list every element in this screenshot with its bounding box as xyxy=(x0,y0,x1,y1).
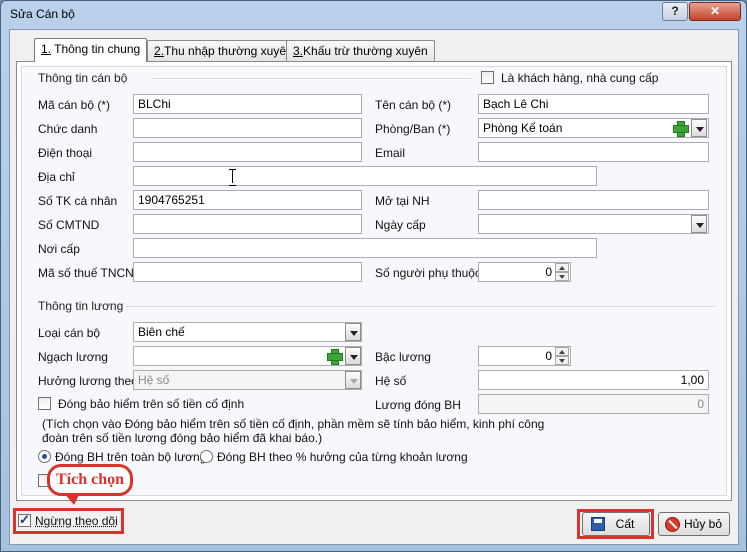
section-staff-info: Thông tin cán bộ xyxy=(38,71,128,85)
dialog-window: Sửa Cán bộ ? ✕ 1. Thông tin chung 2.Thu … xyxy=(0,0,747,552)
dependents-stepper[interactable] xyxy=(555,263,569,281)
add-department-icon[interactable] xyxy=(672,120,689,137)
save-icon xyxy=(591,517,605,531)
account-label: Số TK cá nhân xyxy=(38,194,118,208)
form-area: Thông tin cán bộ Là khách hàng, nhà cung… xyxy=(21,66,727,496)
stepper-up-icon[interactable] xyxy=(555,347,569,356)
fixed-insurance-checkbox[interactable] xyxy=(38,397,51,410)
staff-type-select[interactable]: Biên chế xyxy=(133,322,362,342)
chevron-down-icon xyxy=(345,371,361,389)
cancel-icon xyxy=(665,517,680,532)
radio-insurance-percent-label: Đóng BH theo % hưởng của từng khoản lươn… xyxy=(217,450,468,464)
issue-place-input[interactable] xyxy=(133,238,597,258)
address-input[interactable] xyxy=(133,166,597,186)
account-input[interactable]: 1904765251 xyxy=(133,190,362,210)
staff-name-input[interactable]: Bạch Lê Chi xyxy=(478,94,709,114)
id-number-input[interactable] xyxy=(133,214,362,234)
department-label: Phòng/Ban (*) xyxy=(375,122,451,136)
close-button[interactable]: ✕ xyxy=(689,2,741,21)
salary-grade-label: Ngạch lương xyxy=(38,350,108,364)
divider xyxy=(152,78,472,79)
coefficient-label: Hệ số xyxy=(375,374,407,388)
tab-label: Thông tin chung xyxy=(51,42,141,56)
stop-tracking-label: Ngừng theo dõi xyxy=(35,514,118,528)
salary-step-stepper[interactable] xyxy=(555,347,569,365)
tab-number: 1. xyxy=(41,42,52,56)
dependents-label: Số người phụ thuộc xyxy=(375,266,481,280)
is-customer-label: Là khách hàng, nhà cung cấp xyxy=(501,71,659,85)
issue-place-label: Nơi cấp xyxy=(38,242,80,256)
insurance-salary-label: Lương đóng BH xyxy=(375,398,461,412)
save-button[interactable]: Cất xyxy=(582,512,650,536)
issue-date-select[interactable] xyxy=(478,214,709,234)
salary-step-label: Bậc lương xyxy=(375,350,431,364)
coefficient-input[interactable]: 1,00 xyxy=(478,370,709,390)
window-title: Sửa Cán bộ xyxy=(10,7,75,21)
email-label: Email xyxy=(375,146,406,160)
tab-number: 3. xyxy=(293,44,304,58)
radio-insurance-full-label: Đóng BH trên toàn bộ lương xyxy=(55,450,207,464)
salary-mode-label: Hưởng lương theo xyxy=(38,374,138,388)
radio-insurance-percent[interactable] xyxy=(200,450,213,463)
staff-code-input[interactable]: BLChi xyxy=(133,94,362,114)
add-salary-grade-icon[interactable] xyxy=(326,348,343,365)
job-title-label: Chức danh xyxy=(38,122,98,136)
stepper-down-icon[interactable] xyxy=(555,272,569,281)
address-label: Địa chỉ xyxy=(38,170,75,184)
tab-general-info[interactable]: 1. Thông tin chung xyxy=(34,38,148,62)
tab-panel: Thông tin cán bộ Là khách hàng, nhà cung… xyxy=(16,61,732,501)
chevron-down-icon[interactable] xyxy=(345,347,361,365)
department-value: Phòng Kế toán xyxy=(483,121,563,135)
is-customer-checkbox[interactable] xyxy=(481,71,494,84)
tab-regular-income[interactable]: 2.Thu nhập thường xuyên xyxy=(147,40,300,61)
issue-date-label: Ngày cấp xyxy=(375,218,426,232)
stop-tracking-checkbox[interactable] xyxy=(18,512,31,528)
tax-code-label: Mã số thuế TNCN xyxy=(38,266,134,280)
staff-type-label: Loại cán bộ xyxy=(38,326,101,340)
staff-name-label: Tên cán bộ (*) xyxy=(375,98,452,112)
tab-regular-deductions[interactable]: 3.Khấu trừ thường xuyên xyxy=(286,40,435,61)
bank-input[interactable] xyxy=(478,190,709,210)
phone-input[interactable] xyxy=(133,142,362,162)
chevron-down-icon[interactable] xyxy=(691,215,707,233)
job-title-input[interactable] xyxy=(133,118,362,138)
stepper-up-icon[interactable] xyxy=(555,263,569,272)
help-button[interactable]: ? xyxy=(662,2,688,21)
divider xyxy=(126,306,716,307)
stepper-down-icon[interactable] xyxy=(555,356,569,365)
callout-label: Tích chọn xyxy=(47,464,133,505)
insurance-note: (Tích chọn vào Đóng bảo hiểm trên số tiề… xyxy=(42,417,545,445)
staff-code-label: Mã cán bộ (*) xyxy=(38,98,111,112)
section-salary-info: Thông tin lương xyxy=(38,299,124,313)
tab-label: Thu nhập thường xuyên xyxy=(164,44,293,58)
tab-number: 2. xyxy=(154,44,165,58)
tab-label: Khấu trừ thường xuyên xyxy=(303,44,428,58)
phone-label: Điện thoại xyxy=(38,146,93,160)
save-label: Cất xyxy=(615,517,635,531)
id-number-label: Số CMTND xyxy=(38,218,100,232)
chevron-down-icon[interactable] xyxy=(345,323,361,341)
cancel-label: Hủy bỏ xyxy=(683,517,723,531)
insurance-salary-input: 0 xyxy=(478,394,709,414)
title-bar: Sửa Cán bộ ? ✕ xyxy=(1,1,746,28)
salary-mode-select: Hệ số xyxy=(133,370,362,390)
fixed-insurance-label: Đóng bảo hiểm trên số tiền cố định xyxy=(58,397,245,411)
cancel-button[interactable]: Hủy bỏ xyxy=(658,512,730,536)
radio-insurance-full[interactable] xyxy=(38,450,51,463)
bank-label: Mở tại NH xyxy=(375,194,430,208)
chevron-down-icon[interactable] xyxy=(691,119,707,137)
email-input[interactable] xyxy=(478,142,709,162)
tax-code-input[interactable] xyxy=(133,262,362,282)
text-cursor-icon xyxy=(229,169,237,186)
